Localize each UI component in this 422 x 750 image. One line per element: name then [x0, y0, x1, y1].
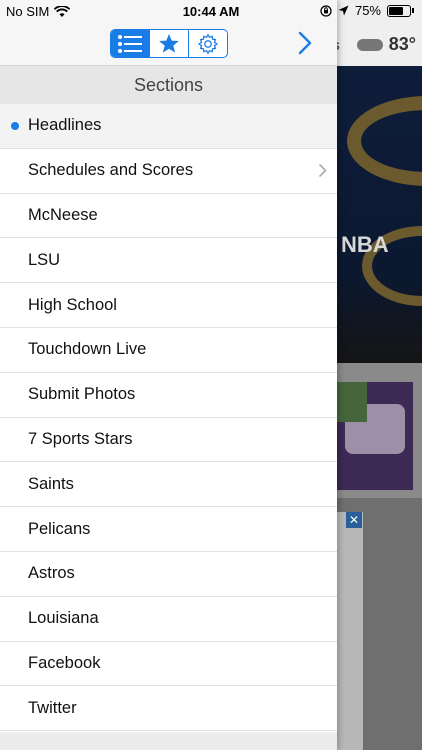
section-label: Submit Photos — [28, 385, 136, 404]
selected-indicator — [11, 121, 19, 130]
section-label: Facebook — [28, 653, 101, 672]
section-label: Pelicans — [28, 519, 91, 538]
menu-segmented-control — [110, 29, 228, 58]
status-bar: No SIM 10:44 AM 75% — [0, 0, 422, 22]
section-item-lsu[interactable]: LSU — [0, 238, 337, 284]
section-label: Touchdown Live — [28, 340, 147, 359]
section-label: Saints — [28, 474, 74, 493]
section-item-mcneese[interactable]: McNeese — [0, 193, 337, 239]
section-item-high-school[interactable]: High School — [0, 283, 337, 328]
forward-button[interactable] — [294, 30, 316, 56]
section-item-submit-photos[interactable]: Submit Photos — [0, 372, 337, 418]
menu-footer — [0, 732, 337, 750]
section-item-touchdown-live[interactable]: Touchdown Live — [0, 327, 337, 373]
section-item-schedules-and-scores[interactable]: Schedules and Scores — [0, 148, 337, 194]
weather-widget[interactable]: 83° — [356, 34, 416, 55]
sections-heading: Sections — [0, 66, 337, 104]
section-label: McNeese — [28, 205, 98, 224]
section-item-facebook[interactable]: Facebook — [0, 641, 337, 687]
location-icon — [338, 5, 349, 16]
section-label: Schedules and Scores — [28, 161, 194, 180]
ad-banner[interactable] — [337, 512, 363, 750]
side-menu: Sections Headlines Schedules and Scores … — [0, 0, 337, 750]
settings-tab[interactable] — [189, 30, 227, 57]
ad-close-icon[interactable]: ✕ — [346, 512, 362, 528]
section-item-louisiana[interactable]: Louisiana — [0, 596, 337, 642]
list-icon — [118, 34, 142, 53]
section-item-twitter[interactable]: Twitter — [0, 686, 337, 732]
battery-percent: 75% — [354, 3, 381, 18]
section-label: Astros — [28, 564, 75, 583]
section-item-7-sports-stars[interactable]: 7 Sports Stars — [0, 417, 337, 463]
favorites-tab[interactable] — [150, 30, 189, 57]
section-label: Twitter — [28, 698, 77, 717]
section-item-headlines[interactable]: Headlines — [0, 104, 337, 149]
cloud-icon — [356, 38, 383, 51]
section-item-pelicans[interactable]: Pelicans — [0, 507, 337, 552]
orientation-lock-icon — [320, 4, 332, 17]
temperature: 83° — [388, 34, 416, 54]
section-label: 7 Sports Stars — [28, 429, 133, 448]
hero-text: NBA — [341, 232, 389, 257]
section-label: LSU — [28, 250, 61, 269]
battery-icon — [387, 4, 411, 17]
chevron-right-icon — [298, 31, 312, 55]
section-label: Headlines — [28, 116, 102, 135]
disclosure-chevron-icon — [318, 163, 327, 177]
hero-image[interactable] — [337, 66, 422, 363]
star-icon — [159, 33, 179, 53]
section-label: Louisiana — [28, 609, 99, 628]
sections-tab[interactable] — [111, 30, 150, 57]
section-label: High School — [28, 295, 117, 314]
sections-list: Headlines Schedules and Scores McNeese L… — [0, 104, 337, 732]
section-item-saints[interactable]: Saints — [0, 462, 337, 508]
section-item-astros[interactable]: Astros — [0, 551, 337, 597]
gear-icon — [197, 33, 219, 54]
